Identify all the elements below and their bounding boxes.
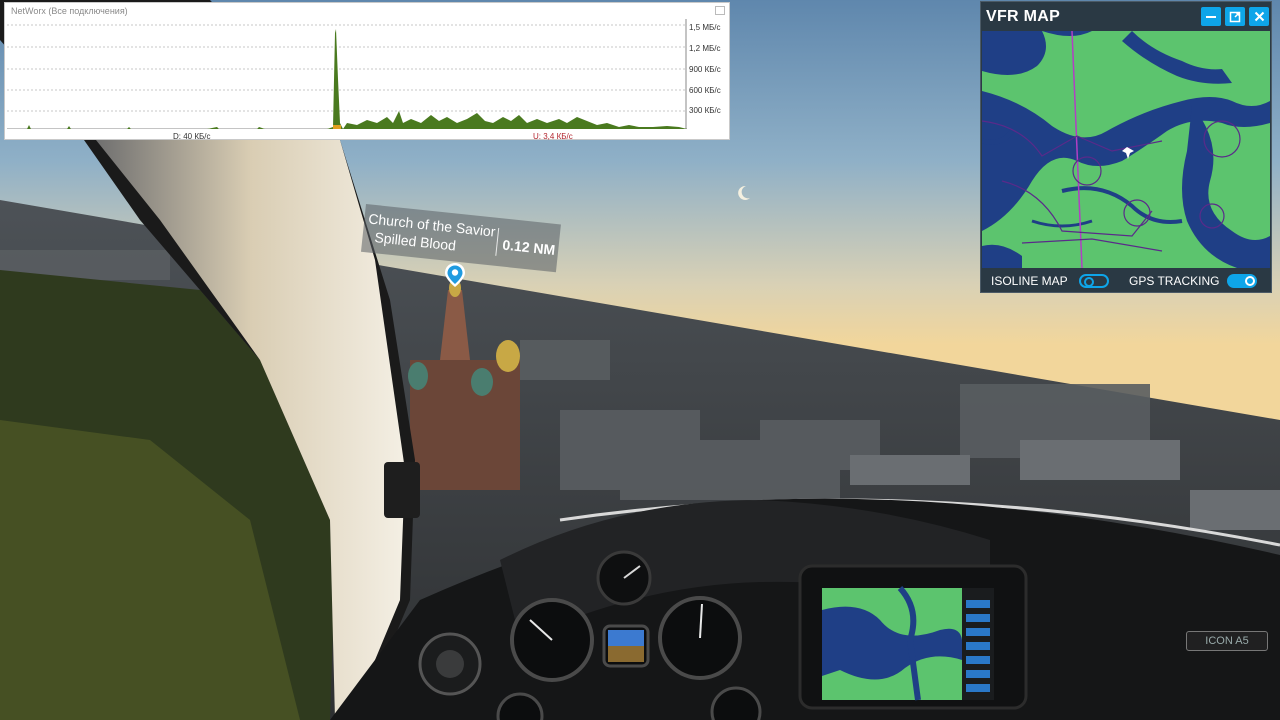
network-monitor-title: NetWorx (Все подключения) [11,6,128,16]
minus-icon [1206,15,1216,18]
external-window-icon [1229,11,1241,22]
upload-speed: U: 3,4 КБ/с [533,132,573,141]
download-area [7,29,687,129]
map-pin-icon[interactable] [444,262,466,288]
y-axis-label: 1,5 МБ/с [689,23,721,32]
y-axis-label: 300 КБ/с [689,106,721,115]
minimize-button[interactable] [1201,7,1221,26]
aircraft-logo: ICON A5 [1186,631,1268,651]
y-axis-label: 600 КБ/с [689,86,721,95]
close-button[interactable] [1249,7,1269,26]
gps-tracking-label: GPS TRACKING [1129,274,1220,288]
popout-button[interactable] [1225,7,1245,26]
close-icon [1254,11,1264,22]
vfr-map-header[interactable]: VFR MAP [981,2,1271,30]
close-icon[interactable] [715,6,725,15]
isoline-map-label: ISOLINE MAP [991,274,1068,288]
network-traffic-graph [7,19,687,129]
gps-tracking-toggle[interactable] [1227,274,1257,288]
y-axis-label: 900 КБ/с [689,65,721,74]
network-monitor-window[interactable]: NetWorx (Все подключения) 1,5 МБ/с 1,2 М… [4,2,730,141]
vfr-map-panel[interactable]: VFR MAP ISOLINE MAP GPS TRACKING [980,1,1272,293]
vfr-map-view[interactable] [982,31,1270,268]
vfr-map-footer: ISOLINE MAP GPS TRACKING [981,268,1271,292]
y-axis-label: 1,2 МБ/с [689,44,721,53]
isoline-map-toggle[interactable] [1079,274,1109,288]
download-speed: D: 40 КБ/с [173,132,211,141]
vfr-map-title: VFR MAP [986,8,1061,25]
